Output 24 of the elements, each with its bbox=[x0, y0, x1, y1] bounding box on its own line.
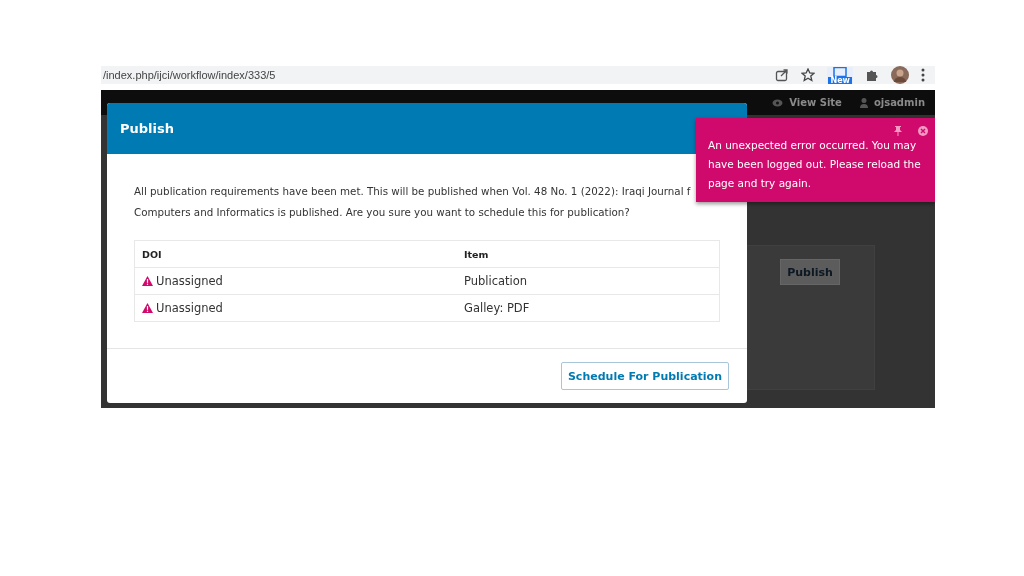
more-icon[interactable] bbox=[921, 68, 925, 82]
table-cell: Unassigned bbox=[156, 274, 223, 288]
pin-icon[interactable] bbox=[894, 126, 902, 136]
eye-icon bbox=[772, 98, 784, 107]
star-icon[interactable] bbox=[801, 68, 816, 82]
column-header: Item bbox=[463, 248, 490, 260]
message-text: Computers and Informatics is published. Are you sure you want to schedule this for publication? bbox=[134, 205, 631, 220]
table-cell-text: Publication bbox=[463, 274, 529, 288]
nav-link[interactable]: View Site bbox=[789, 97, 842, 108]
nav-link[interactable]: ojsadmin bbox=[873, 97, 925, 108]
window-icon bbox=[832, 66, 849, 77]
error-message: An unexpected error occurred. You may have been logged out. Please reload the page and try again. bbox=[708, 138, 922, 191]
url-text[interactable]: /index.php/ijci/workflow/index/333/5 bbox=[103, 69, 276, 81]
user-icon bbox=[859, 97, 868, 108]
puzzle-icon[interactable] bbox=[865, 68, 879, 82]
table-cell: Unassigned bbox=[156, 301, 223, 315]
share-icon[interactable] bbox=[775, 68, 790, 82]
column-header: DOI bbox=[141, 248, 163, 260]
avatar-icon[interactable] bbox=[891, 66, 909, 84]
schedule-button[interactable]: Schedule For Publication bbox=[560, 362, 729, 390]
dialog-title: Publish bbox=[120, 121, 174, 136]
extension-button[interactable]: New bbox=[827, 66, 853, 84]
table-cell-text: Galley: PDF bbox=[463, 301, 531, 315]
close-icon[interactable] bbox=[918, 126, 928, 136]
